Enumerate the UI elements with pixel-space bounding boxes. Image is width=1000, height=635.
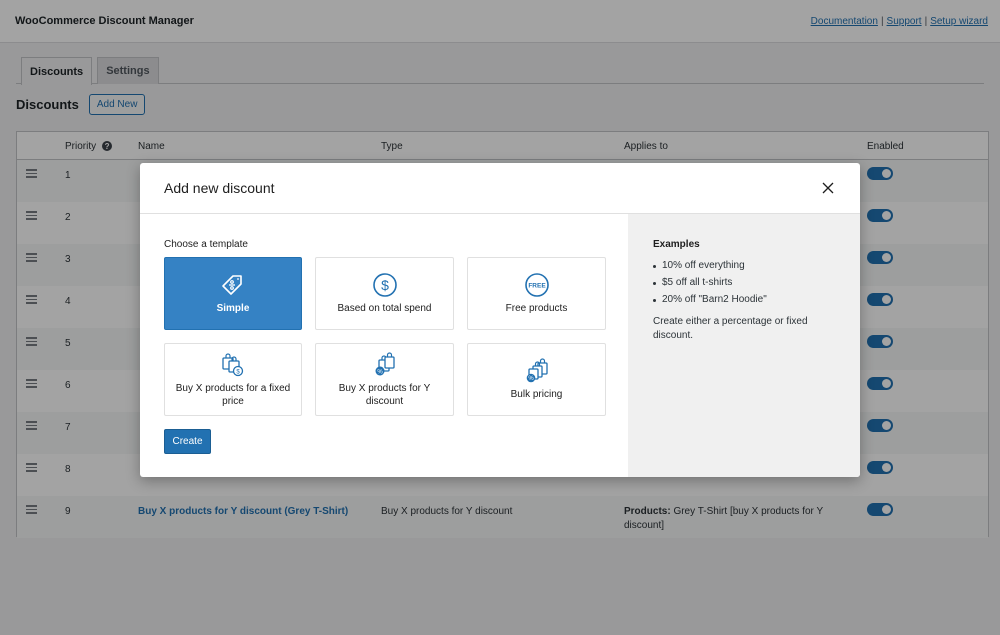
bags-dollar-icon: $	[222, 352, 244, 376]
template-label: Bulk pricing	[510, 389, 563, 400]
template-label: Free products	[505, 303, 568, 314]
free-badge-icon: FREE	[524, 273, 549, 297]
template-buy-x-y-discount[interactable]: % Buy X products for Y discount	[315, 343, 454, 416]
examples-description: Create either a percentage or fixed disc…	[653, 316, 808, 341]
modal-header: Add new discount	[140, 163, 860, 214]
examples-list: 10% off everything $5 off all t-shirts 2…	[653, 260, 836, 305]
example-item: 10% off everything	[653, 260, 836, 271]
discount-tag-icon	[222, 275, 242, 295]
examples-title: Examples	[653, 239, 700, 250]
add-discount-modal: Add new discount Choose a template Simpl…	[140, 163, 860, 477]
close-icon	[822, 182, 834, 194]
example-item: $5 off all t-shirts	[653, 277, 836, 288]
template-label: Simple	[216, 303, 250, 314]
modal-title: Add new discount	[164, 180, 275, 196]
template-bulk-pricing[interactable]: % Bulk pricing	[467, 343, 606, 416]
choose-template-label: Choose a template	[164, 239, 248, 250]
svg-text:%: %	[528, 376, 534, 382]
template-label: Buy X products for a fixed price	[175, 382, 291, 407]
template-label: Based on total spend	[337, 303, 432, 314]
template-buy-x-fixed-price[interactable]: $ Buy X products for a fixed price	[164, 343, 302, 416]
template-label: Buy X products for Y discount	[338, 382, 431, 407]
svg-text:%: %	[377, 369, 383, 375]
template-simple[interactable]: Simple	[164, 257, 302, 330]
template-grid: Simple $ Based on total spend FREE Free …	[164, 257, 628, 416]
create-button[interactable]: Create	[164, 429, 211, 454]
svg-text:$: $	[381, 277, 389, 293]
bags-percent-icon: %	[375, 351, 395, 375]
free-badge-text: FREE	[528, 283, 546, 290]
template-pane: Choose a template Simple $ Based on tota…	[140, 214, 628, 477]
example-item: 20% off "Barn2 Hoodie"	[653, 294, 836, 305]
modal-body: Choose a template Simple $ Based on tota…	[140, 214, 860, 477]
template-free-products[interactable]: FREE Free products	[467, 257, 606, 330]
template-total-spend[interactable]: $ Based on total spend	[315, 257, 454, 330]
examples-pane: Examples 10% off everything $5 off all t…	[628, 214, 860, 477]
dollar-circle-icon: $	[372, 273, 397, 297]
bags-bulk-icon: %	[526, 358, 548, 383]
close-button[interactable]	[820, 180, 836, 196]
